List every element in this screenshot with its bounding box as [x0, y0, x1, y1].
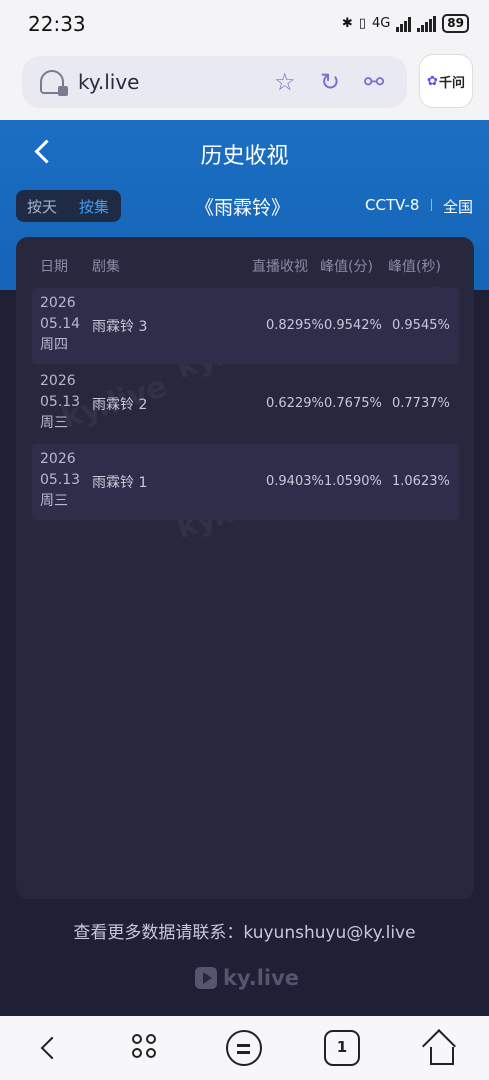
- ghost-icon: [40, 70, 68, 96]
- divider: [431, 199, 432, 211]
- row-live-rating: 0.6229%: [266, 396, 324, 411]
- share-icon[interactable]: ⚯: [364, 67, 384, 97]
- address-bar[interactable]: ky.live ☆ ↻ ⚯: [22, 56, 407, 108]
- page-title: 历史收视: [200, 144, 289, 169]
- row-day: 05.13: [40, 394, 81, 410]
- row-year: 2026: [40, 451, 76, 467]
- row-peak-minute: 0.7675%: [324, 396, 382, 411]
- refresh-icon[interactable]: ↻: [320, 67, 340, 97]
- column-header-date: 日期: [40, 259, 68, 275]
- column-header-peak-second: 峰值(秒): [388, 259, 441, 275]
- row-day: 05.14: [40, 316, 81, 332]
- row-year: 2026: [40, 295, 76, 311]
- column-header-episode: 剧集: [92, 259, 120, 275]
- row-peak-minute: 1.0590%: [324, 474, 382, 489]
- footer-logo: ky.live: [195, 966, 299, 990]
- nav-back-icon[interactable]: [30, 1030, 66, 1066]
- star-icon[interactable]: ☆: [274, 67, 296, 97]
- status-time: 22:33: [28, 12, 86, 36]
- row-peak-second: 0.9545%: [392, 318, 450, 333]
- qianwen-label: 千问: [438, 75, 465, 91]
- nav-home-icon[interactable]: [422, 1030, 458, 1066]
- browser-bar: ky.live ☆ ↻ ⚯ ✿ 千问: [0, 50, 489, 120]
- row-live-rating: 0.9403%: [266, 474, 324, 489]
- column-header-live-rating: 直播收视: [252, 259, 308, 275]
- row-peak-minute: 0.9542%: [324, 318, 382, 333]
- contact-text[interactable]: 查看更多数据请联系：kuyunshuyu@ky.live: [0, 918, 489, 943]
- row-episode: 雨霖铃 2: [92, 397, 148, 413]
- toggle-by-day[interactable]: 按天: [16, 196, 57, 217]
- drama-title: 《雨霖铃》: [195, 197, 291, 219]
- row-episode: 雨霖铃 1: [92, 475, 148, 491]
- row-weekday: 周四: [40, 337, 68, 353]
- nav-menu-icon[interactable]: [226, 1030, 262, 1066]
- qianwen-icon: ✿: [427, 73, 438, 89]
- url-text[interactable]: ky.live: [78, 70, 139, 94]
- row-date: 2026 05.13 周三: [40, 371, 80, 434]
- region-label: 全国: [443, 198, 474, 216]
- row-date: 2026 05.13 周三: [40, 449, 80, 512]
- vibrate-icon: ▯: [358, 16, 366, 31]
- view-toggle: 按天 按集: [16, 190, 121, 222]
- toggle-by-episode[interactable]: 按集: [57, 196, 109, 217]
- footer-logo-text: ky.live: [223, 966, 300, 990]
- row-peak-second: 0.7737%: [392, 396, 450, 411]
- row-day: 05.13: [40, 472, 81, 488]
- nav-tabs-icon[interactable]: 1: [324, 1030, 360, 1066]
- row-weekday: 周三: [40, 493, 68, 509]
- status-bar: 22:33 ✱ ▯ 4G 89: [0, 0, 489, 50]
- row-live-rating: 0.8295%: [266, 318, 324, 333]
- row-peak-second: 1.0623%: [392, 474, 450, 489]
- bluetooth-icon: ✱: [341, 16, 353, 31]
- row-weekday: 周三: [40, 415, 68, 431]
- signal-icon: [417, 15, 437, 32]
- signal-icon: [396, 16, 412, 32]
- channel-label: CCTV-8: [365, 196, 420, 214]
- row-episode: 雨霖铃 3: [92, 319, 148, 335]
- battery-icon: 89: [442, 14, 469, 33]
- network-label: 4G: [371, 16, 391, 31]
- play-logo-icon: [195, 967, 217, 989]
- column-header-peak-minute: 峰值(分): [320, 259, 373, 275]
- row-date: 2026 05.14 周四: [40, 293, 80, 356]
- status-icons: ✱ ▯ 4G 89: [342, 14, 469, 33]
- nav-apps-icon[interactable]: [128, 1030, 164, 1066]
- bottom-navigation: 1: [0, 1016, 489, 1080]
- qianwen-app-button[interactable]: ✿ 千问: [419, 54, 473, 108]
- row-year: 2026: [40, 373, 76, 389]
